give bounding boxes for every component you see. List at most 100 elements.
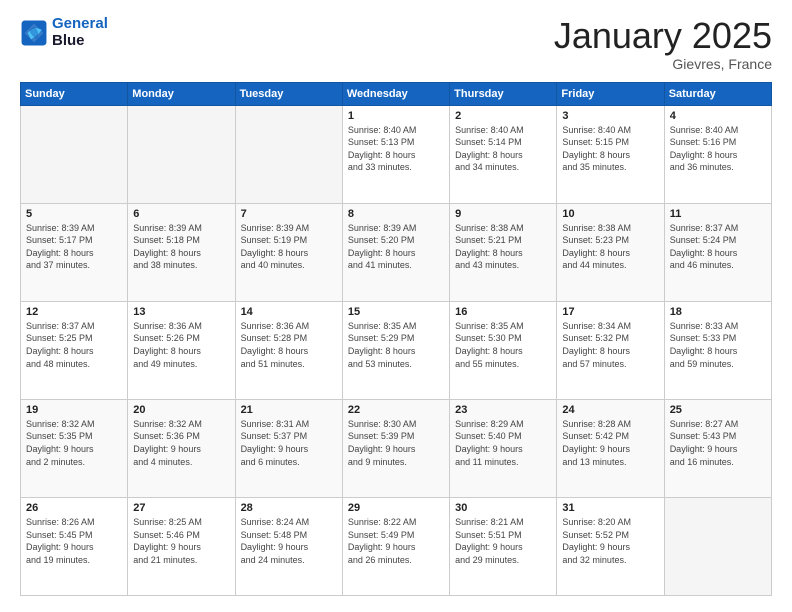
day-number: 23	[455, 404, 551, 416]
day-detail: Sunrise: 8:27 AMSunset: 5:43 PMDaylight:…	[670, 418, 766, 468]
day-number: 13	[133, 306, 229, 318]
day-detail: Sunrise: 8:32 AMSunset: 5:35 PMDaylight:…	[26, 418, 122, 468]
day-number: 10	[562, 208, 658, 220]
day-cell: 15 Sunrise: 8:35 AMSunset: 5:29 PMDayligh…	[342, 301, 449, 399]
day-detail: Sunrise: 8:39 AMSunset: 5:18 PMDaylight:…	[133, 222, 229, 272]
day-number: 24	[562, 404, 658, 416]
day-detail: Sunrise: 8:37 AMSunset: 5:24 PMDaylight:…	[670, 222, 766, 272]
day-number: 15	[348, 306, 444, 318]
day-cell: 26 Sunrise: 8:26 AMSunset: 5:45 PMDayligh…	[21, 497, 128, 595]
col-header-sunday: Sunday	[21, 82, 128, 105]
day-detail: Sunrise: 8:29 AMSunset: 5:40 PMDaylight:…	[455, 418, 551, 468]
day-detail: Sunrise: 8:39 AMSunset: 5:19 PMDaylight:…	[241, 222, 337, 272]
day-detail: Sunrise: 8:38 AMSunset: 5:23 PMDaylight:…	[562, 222, 658, 272]
day-number: 11	[670, 208, 766, 220]
day-number: 5	[26, 208, 122, 220]
day-cell: 3Sunrise: 8:40 AMSunset: 5:15 PMDaylight…	[557, 105, 664, 203]
day-number: 25	[670, 404, 766, 416]
day-cell: 31 Sunrise: 8:20 AMSunset: 5:52 PMDayligh…	[557, 497, 664, 595]
day-detail: Sunrise: 8:39 AMSunset: 5:17 PMDaylight:…	[26, 222, 122, 272]
week-row-2: 5 Sunrise: 8:39 AMSunset: 5:17 PMDaylight…	[21, 203, 772, 301]
day-cell: 2 Sunrise: 8:40 AMSunset: 5:14 PMDaylight…	[450, 105, 557, 203]
day-detail: Sunrise: 8:21 AMSunset: 5:51 PMDaylight:…	[455, 516, 551, 566]
day-number: 31	[562, 502, 658, 514]
day-number: 26	[26, 502, 122, 514]
day-cell: 14 Sunrise: 8:36 AMSunset: 5:28 PMDayligh…	[235, 301, 342, 399]
col-header-saturday: Saturday	[664, 82, 771, 105]
week-row-3: 12Sunrise: 8:37 AMSunset: 5:25 PMDayligh…	[21, 301, 772, 399]
day-number: 16	[455, 306, 551, 318]
day-number: 9	[455, 208, 551, 220]
day-cell: 10 Sunrise: 8:38 AMSunset: 5:23 PMDayligh…	[557, 203, 664, 301]
day-number: 1	[348, 110, 444, 122]
header: General Blue January 2025 Gievres, Franc…	[20, 16, 772, 72]
day-detail: Sunrise: 8:22 AMSunset: 5:49 PMDaylight:…	[348, 516, 444, 566]
logo-line2: Blue	[52, 33, 108, 50]
day-cell	[21, 105, 128, 203]
day-number: 2	[455, 110, 551, 122]
day-number: 14	[241, 306, 337, 318]
day-number: 22	[348, 404, 444, 416]
day-number: 18	[670, 306, 766, 318]
logo: General Blue	[20, 16, 108, 49]
month-title: January 2025	[554, 16, 772, 56]
day-detail: Sunrise: 8:26 AMSunset: 5:45 PMDaylight:…	[26, 516, 122, 566]
calendar-table: SundayMondayTuesdayWednesdayThursdayFrid…	[20, 82, 772, 596]
day-cell: 22Sunrise: 8:30 AMSunset: 5:39 PMDayligh…	[342, 399, 449, 497]
day-detail: Sunrise: 8:20 AMSunset: 5:52 PMDaylight:…	[562, 516, 658, 566]
day-detail: Sunrise: 8:33 AMSunset: 5:33 PMDaylight:…	[670, 320, 766, 370]
day-number: 27	[133, 502, 229, 514]
day-number: 4	[670, 110, 766, 122]
week-row-5: 26 Sunrise: 8:26 AMSunset: 5:45 PMDayligh…	[21, 497, 772, 595]
day-cell: 28 Sunrise: 8:24 AMSunset: 5:48 PMDayligh…	[235, 497, 342, 595]
day-detail: Sunrise: 8:25 AMSunset: 5:46 PMDaylight:…	[133, 516, 229, 566]
day-cell: 23 Sunrise: 8:29 AMSunset: 5:40 PMDayligh…	[450, 399, 557, 497]
day-detail: Sunrise: 8:37 AMSunset: 5:25 PMDaylight:…	[26, 320, 122, 370]
day-detail: Sunrise: 8:40 AMSunset: 5:14 PMDaylight:…	[455, 124, 551, 174]
day-cell	[128, 105, 235, 203]
day-cell: 9 Sunrise: 8:38 AMSunset: 5:21 PMDaylight…	[450, 203, 557, 301]
day-cell: 19Sunrise: 8:32 AMSunset: 5:35 PMDayligh…	[21, 399, 128, 497]
day-detail: Sunrise: 8:32 AMSunset: 5:36 PMDaylight:…	[133, 418, 229, 468]
day-detail: Sunrise: 8:35 AMSunset: 5:30 PMDaylight:…	[455, 320, 551, 370]
day-cell: 21Sunrise: 8:31 AMSunset: 5:37 PMDayligh…	[235, 399, 342, 497]
day-detail: Sunrise: 8:38 AMSunset: 5:21 PMDaylight:…	[455, 222, 551, 272]
day-cell: 27 Sunrise: 8:25 AMSunset: 5:46 PMDayligh…	[128, 497, 235, 595]
day-cell: 7 Sunrise: 8:39 AMSunset: 5:19 PMDaylight…	[235, 203, 342, 301]
col-header-wednesday: Wednesday	[342, 82, 449, 105]
day-number: 28	[241, 502, 337, 514]
day-number: 6	[133, 208, 229, 220]
day-cell: 8 Sunrise: 8:39 AMSunset: 5:20 PMDaylight…	[342, 203, 449, 301]
col-header-friday: Friday	[557, 82, 664, 105]
day-detail: Sunrise: 8:28 AMSunset: 5:42 PMDaylight:…	[562, 418, 658, 468]
day-number: 7	[241, 208, 337, 220]
day-detail: Sunrise: 8:39 AMSunset: 5:20 PMDaylight:…	[348, 222, 444, 272]
day-detail: Sunrise: 8:31 AMSunset: 5:37 PMDaylight:…	[241, 418, 337, 468]
day-detail: Sunrise: 8:40 AMSunset: 5:16 PMDaylight:…	[670, 124, 766, 174]
day-cell: 5 Sunrise: 8:39 AMSunset: 5:17 PMDaylight…	[21, 203, 128, 301]
day-cell: 6 Sunrise: 8:39 AMSunset: 5:18 PMDaylight…	[128, 203, 235, 301]
col-header-tuesday: Tuesday	[235, 82, 342, 105]
day-cell: 13Sunrise: 8:36 AMSunset: 5:26 PMDayligh…	[128, 301, 235, 399]
day-detail: Sunrise: 8:24 AMSunset: 5:48 PMDaylight:…	[241, 516, 337, 566]
day-number: 30	[455, 502, 551, 514]
day-detail: Sunrise: 8:35 AMSunset: 5:29 PMDaylight:…	[348, 320, 444, 370]
week-row-1: 1 Sunrise: 8:40 AMSunset: 5:13 PMDaylight…	[21, 105, 772, 203]
day-detail: Sunrise: 8:36 AMSunset: 5:28 PMDaylight:…	[241, 320, 337, 370]
page: General Blue January 2025 Gievres, Franc…	[0, 0, 792, 612]
day-cell: 20Sunrise: 8:32 AMSunset: 5:36 PMDayligh…	[128, 399, 235, 497]
logo-text: General Blue	[52, 16, 108, 49]
day-detail: Sunrise: 8:34 AMSunset: 5:32 PMDaylight:…	[562, 320, 658, 370]
day-detail: Sunrise: 8:40 AMSunset: 5:15 PMDaylight:…	[562, 124, 658, 174]
day-detail: Sunrise: 8:40 AMSunset: 5:13 PMDaylight:…	[348, 124, 444, 174]
day-cell: 12Sunrise: 8:37 AMSunset: 5:25 PMDayligh…	[21, 301, 128, 399]
day-number: 8	[348, 208, 444, 220]
week-row-4: 19Sunrise: 8:32 AMSunset: 5:35 PMDayligh…	[21, 399, 772, 497]
header-row: SundayMondayTuesdayWednesdayThursdayFrid…	[21, 82, 772, 105]
col-header-thursday: Thursday	[450, 82, 557, 105]
day-cell: 16 Sunrise: 8:35 AMSunset: 5:30 PMDayligh…	[450, 301, 557, 399]
title-block: January 2025 Gievres, France	[554, 16, 772, 72]
day-number: 17	[562, 306, 658, 318]
location: Gievres, France	[554, 56, 772, 72]
day-number: 29	[348, 502, 444, 514]
